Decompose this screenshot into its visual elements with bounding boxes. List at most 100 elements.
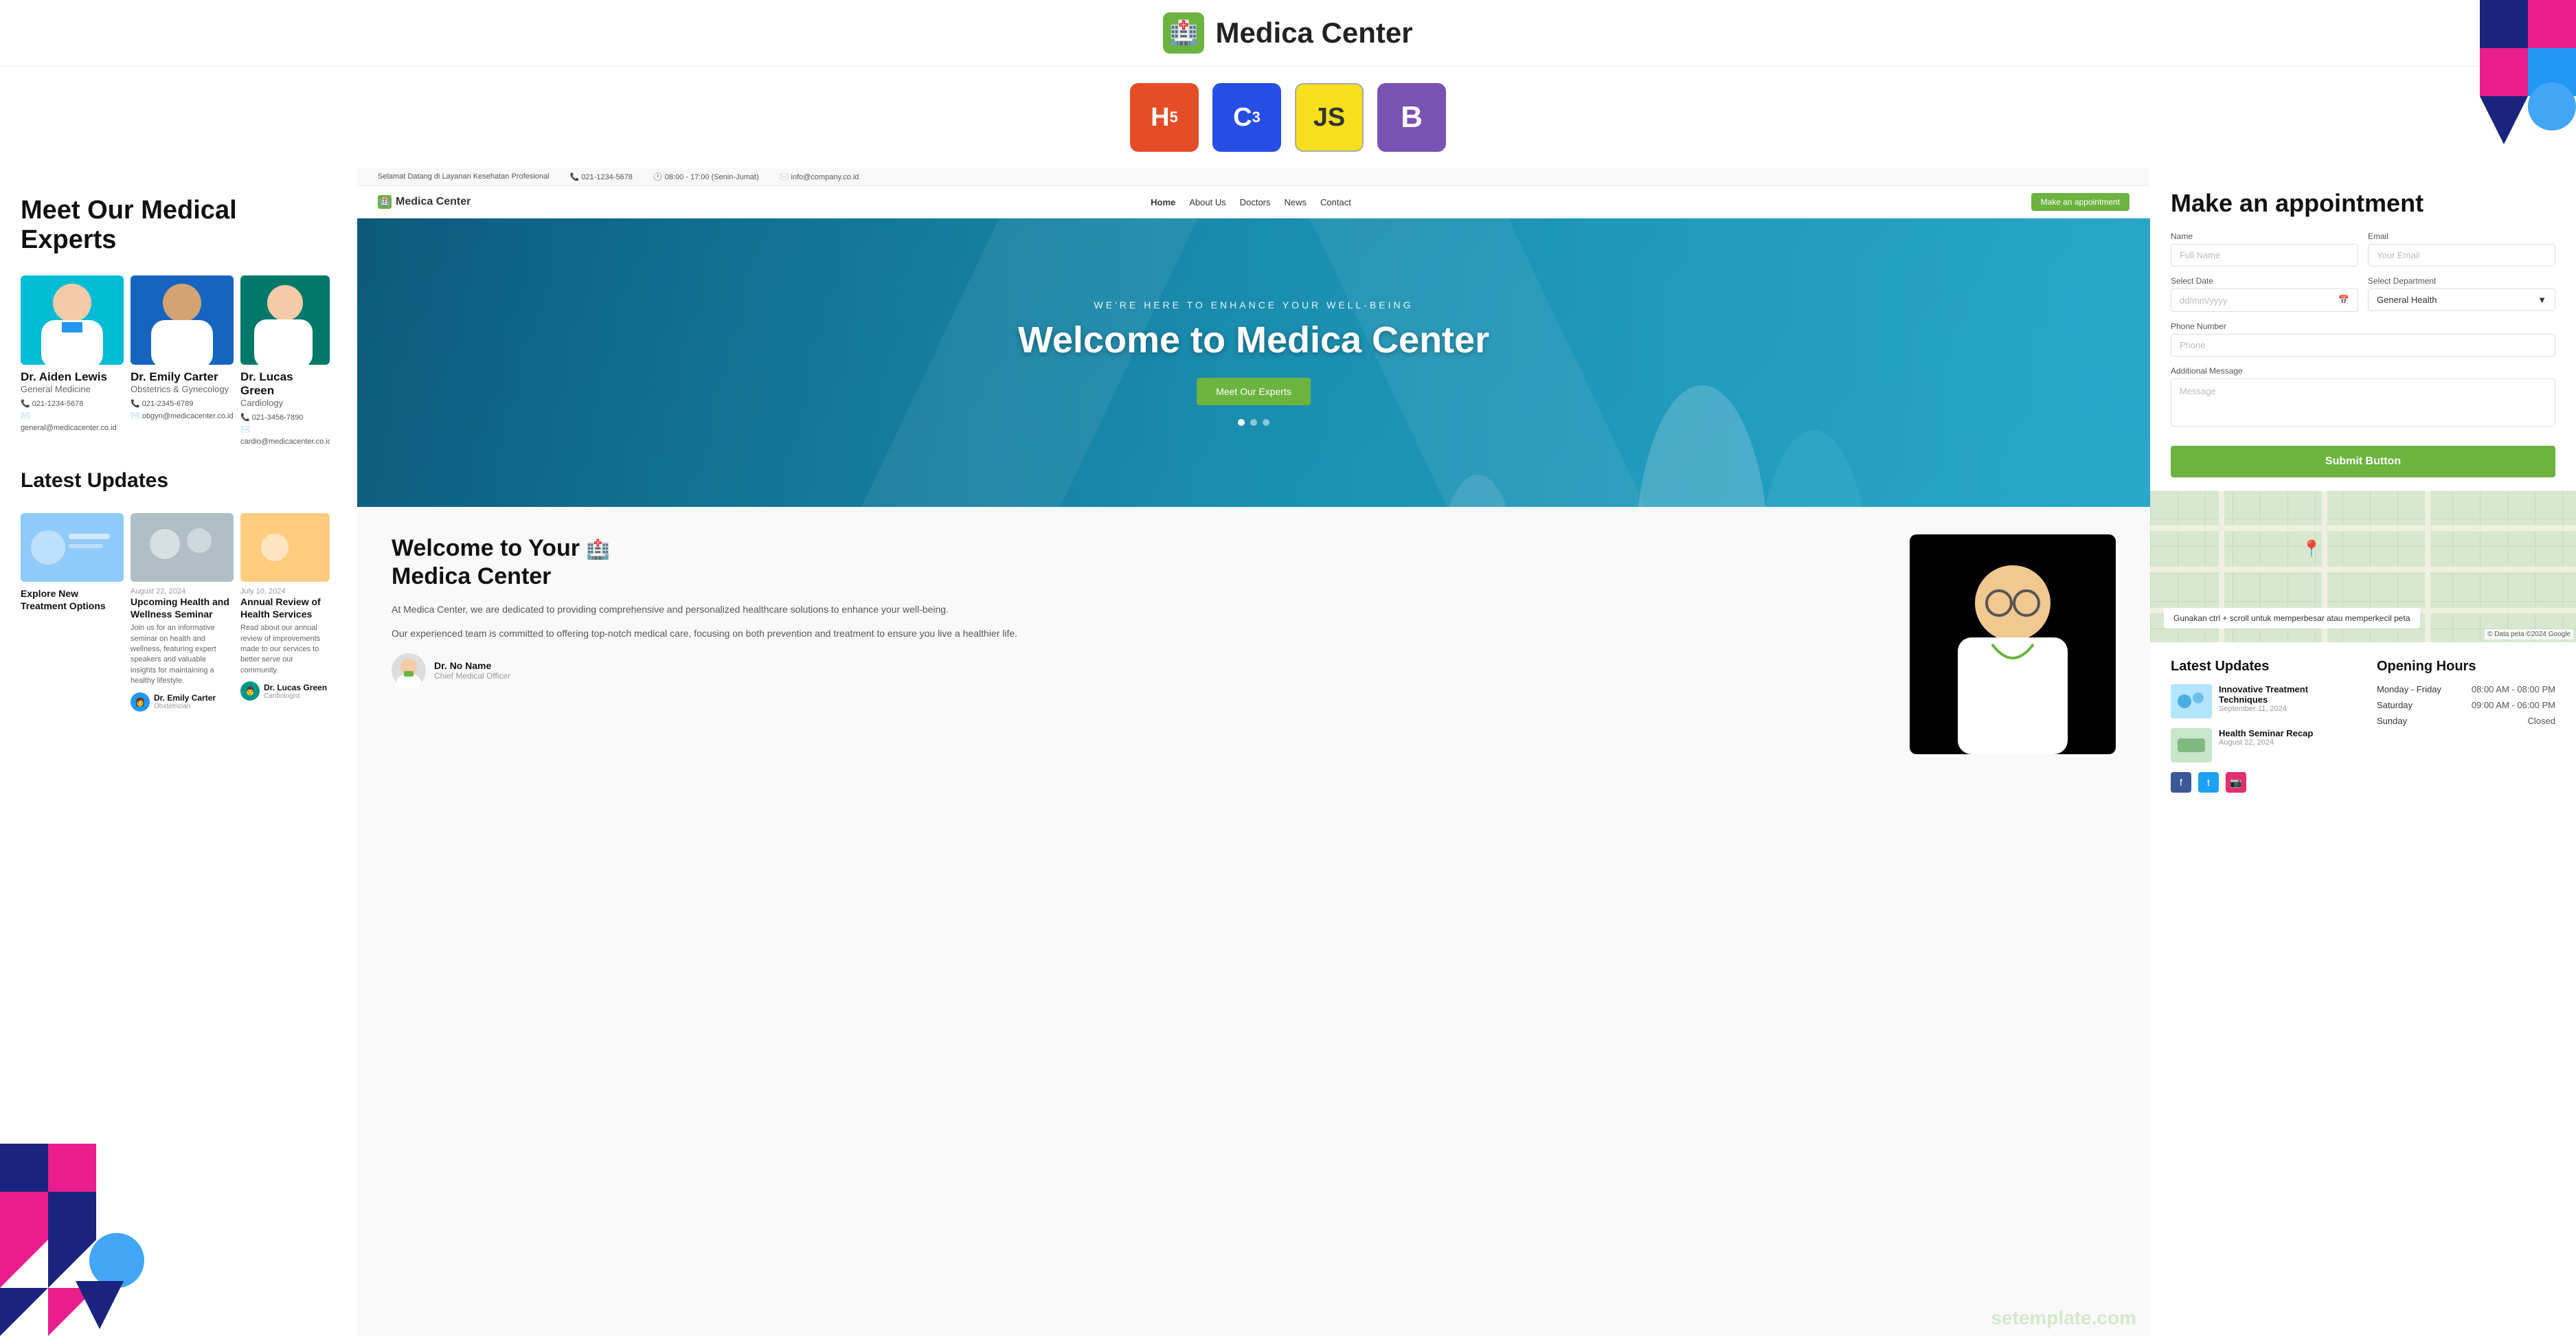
date-label: Select Date	[2171, 276, 2358, 286]
form-group-name: Name Full Name	[2171, 231, 2358, 267]
welcome-img	[1910, 534, 2116, 754]
top-bar: 🏥 Medica Center	[0, 0, 2576, 67]
facebook-icon[interactable]: f	[2171, 772, 2191, 793]
map-road-h2	[2150, 567, 2576, 572]
form-row-name-email: Name Full Name Email Your Email	[2171, 231, 2555, 267]
nav-contact[interactable]: Contact	[1320, 197, 1351, 207]
site-logo-small-icon: 🏥	[378, 195, 392, 209]
doctor-img-3	[240, 275, 330, 365]
main-container: Meet Our Medical Experts Dr. Aiden Lewis…	[0, 168, 2576, 1336]
update-card-2: August 22, 2024 Upcoming Health and Well…	[131, 513, 234, 712]
doctor-specialty-3: Cardiology	[240, 398, 330, 408]
footer-update-text-1: Innovative Treatment Techniques Septembe…	[2219, 684, 2349, 713]
info-tagline: Selamat Datang di Layanan Kesehatan Prof…	[378, 172, 550, 181]
hours-time-1: 08:00 AM - 08:00 PM	[2472, 684, 2555, 694]
name-input[interactable]: Full Name	[2171, 244, 2358, 267]
hours-time-3: Closed	[2528, 716, 2555, 726]
hero-dot-2[interactable]	[1250, 419, 1257, 426]
site-nav: 🏥 Medica Center Home About Us Doctors Ne…	[357, 186, 2150, 218]
doctor-contact-3: 📞 021-3456-7890 ✉️ cardio@medicacenter.c…	[240, 412, 330, 449]
site-logo: 🏥 Medica Center	[1163, 12, 1412, 54]
left-panel: Meet Our Medical Experts Dr. Aiden Lewis…	[0, 168, 357, 1336]
update-img-2	[131, 513, 234, 582]
cmo-text: Dr. No Name Chief Medical Officer	[434, 660, 510, 681]
doctor-card-3: Dr. Lucas Green Cardiology 📞 021-3456-78…	[240, 275, 330, 449]
email-input[interactable]: Your Email	[2368, 244, 2555, 267]
submit-button[interactable]: Submit Button	[2171, 446, 2555, 477]
nav-links: Home About Us Doctors News Contact	[1151, 197, 1351, 207]
hero-title: Welcome to Medica Center	[1018, 319, 1489, 361]
hours-day-1: Monday - Friday	[2377, 684, 2441, 694]
author-info-3: Dr. Lucas Green Cardiologist	[264, 683, 327, 700]
footer-update-img-2	[2171, 728, 2212, 762]
form-group-dept: Select Department General Health ▼	[2368, 276, 2555, 312]
update-cards: Explore New Treatment Options August 22,…	[21, 513, 337, 712]
dept-label: Select Department	[2368, 276, 2555, 286]
nav-cta-button[interactable]: Make an appointment	[2031, 193, 2129, 211]
appointment-form: Make an appointment Name Full Name Email…	[2150, 168, 2576, 491]
map-attribution: © Data peta ©2024 Google	[2485, 629, 2573, 639]
update-date-2: August 22, 2024	[131, 587, 234, 596]
footer-update-text-2: Health Seminar Recap August 22, 2024	[2219, 728, 2313, 747]
date-input[interactable]: dd/mm/yyyy 📅	[2171, 288, 2358, 312]
appt-title: Make an appointment	[2171, 189, 2555, 218]
update-img-1	[21, 513, 124, 582]
name-label: Name	[2171, 231, 2358, 241]
html5-badge: H5	[1130, 83, 1199, 152]
footer-updates-title: Latest Updates	[2171, 659, 2349, 675]
form-row-message: Additional Message Message	[2171, 366, 2555, 427]
form-row-date-dept: Select Date dd/mm/yyyy 📅 Select Departme…	[2171, 276, 2555, 312]
update-desc-3: Read about our annual review of improvem…	[240, 623, 330, 676]
map-pin: 📍	[2301, 539, 2322, 559]
css3-badge: C3	[1212, 83, 1281, 152]
form-group-date: Select Date dd/mm/yyyy 📅	[2171, 276, 2358, 312]
updates-section: Latest Updates Explore New Treatment Opt…	[21, 469, 337, 712]
instagram-icon[interactable]: 📷	[2226, 772, 2246, 793]
message-input[interactable]: Message	[2171, 378, 2555, 427]
hero-subtitle: WE'RE HERE TO ENHANCE YOUR WELL-BEING	[1018, 299, 1489, 310]
info-email: ✉️ info@company.co.id	[780, 172, 859, 181]
updates-section-title: Latest Updates	[21, 469, 337, 492]
dept-select[interactable]: General Health ▼	[2368, 288, 2555, 311]
nav-about[interactable]: About Us	[1189, 197, 1225, 207]
doctor-specialty-1: General Medicine	[21, 384, 124, 394]
right-panel: Make an appointment Name Full Name Email…	[2150, 168, 2576, 1336]
cmo-avatar	[392, 653, 426, 688]
hero-section: WE'RE HERE TO ENHANCE YOUR WELL-BEING We…	[357, 218, 2150, 507]
doctor-img-1	[21, 275, 124, 365]
map-road-v3	[2425, 491, 2430, 642]
opening-hours-col: Opening Hours Monday - Friday 08:00 AM -…	[2377, 659, 2555, 1320]
update-title-3: Annual Review of Health Services	[240, 596, 330, 620]
watermark: setemplate.com	[1991, 1307, 2136, 1329]
hours-row-3: Sunday Closed	[2377, 716, 2555, 726]
update-card-1: Explore New Treatment Options	[21, 513, 124, 712]
info-phone: 📞 021-1234-5678	[570, 172, 633, 181]
twitter-icon[interactable]: t	[2198, 772, 2219, 793]
site-name: Medica Center	[1215, 16, 1412, 49]
site-logo-small: 🏥 Medica Center	[378, 195, 471, 209]
message-label: Additional Message	[2171, 366, 2555, 376]
map-road-h1	[2150, 525, 2576, 531]
map-section: 📍 Gunakan ctrl + scroll untuk memperbesa…	[2150, 491, 2576, 642]
form-group-message: Additional Message Message	[2171, 366, 2555, 427]
hero-cta-button[interactable]: Meet Our Experts	[1197, 378, 1311, 405]
hero-dot-3[interactable]	[1263, 419, 1269, 426]
nav-news[interactable]: News	[1285, 197, 1307, 207]
bootstrap-badge: B	[1377, 83, 1446, 152]
nav-doctors[interactable]: Doctors	[1240, 197, 1271, 207]
doctors-grid: Dr. Aiden Lewis General Medicine 📞 021-1…	[21, 275, 337, 449]
center-panel: Selamat Datang di Layanan Kesehatan Prof…	[357, 168, 2150, 1336]
welcome-title: Welcome to Your 🏥Medica Center	[392, 534, 1882, 591]
form-group-email: Email Your Email	[2368, 231, 2555, 267]
update-author-3: 👨 Dr. Lucas Green Cardiologist	[240, 681, 330, 701]
nav-home[interactable]: Home	[1151, 197, 1175, 207]
info-hours: 🕐 08:00 - 17:00 (Senin-Jumat)	[653, 172, 759, 181]
footer-update-img-1	[2171, 684, 2212, 718]
doctor-card-2: Dr. Emily Carter Obstetrics & Gynecology…	[131, 275, 234, 449]
hero-dot-1[interactable]	[1238, 419, 1245, 426]
hours-row-1: Monday - Friday 08:00 AM - 08:00 PM	[2377, 684, 2555, 694]
cmo-role: Chief Medical Officer	[434, 671, 510, 681]
doctors-section-title: Meet Our Medical Experts	[21, 196, 337, 255]
phone-input[interactable]: Phone	[2171, 334, 2555, 356]
update-author-2: 👩 Dr. Emily Carter Obstetrician	[131, 692, 234, 712]
